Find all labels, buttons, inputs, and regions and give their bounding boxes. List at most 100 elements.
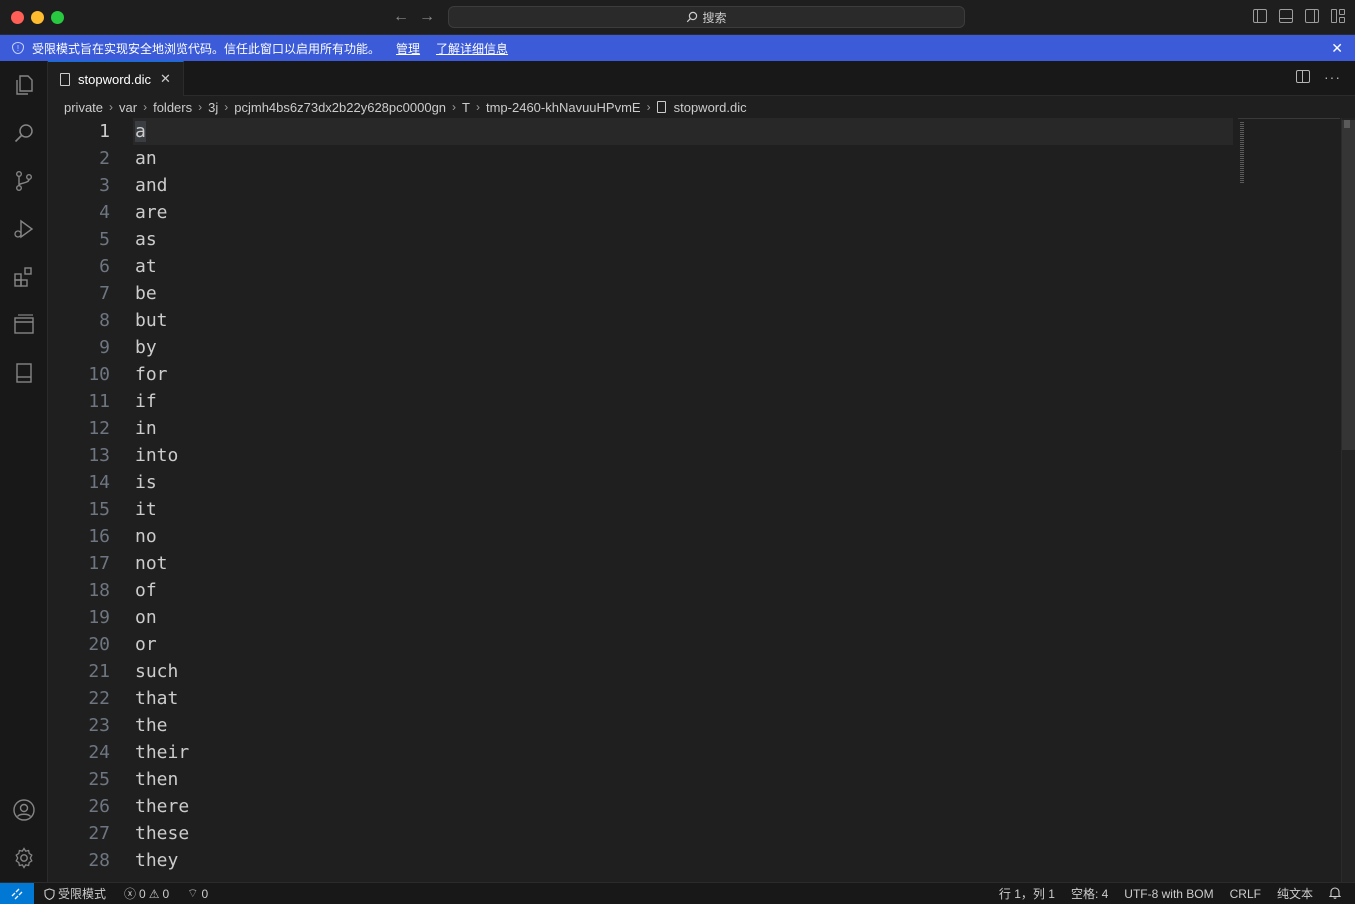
code-line[interactable]: their: [135, 739, 189, 766]
restricted-mode-status[interactable]: 受限模式: [44, 885, 106, 902]
remote-indicator-icon[interactable]: [0, 883, 34, 904]
code-line[interactable]: these: [135, 820, 189, 847]
line-number: 4: [99, 202, 110, 223]
ports-status[interactable]: ⌔ 0: [187, 886, 208, 901]
forward-arrow-icon[interactable]: →: [417, 7, 437, 27]
breadcrumb-item[interactable]: 3j: [208, 100, 218, 115]
code-line-text: it: [135, 499, 157, 520]
minimize-window-button[interactable]: [31, 11, 44, 24]
minimap[interactable]: [1238, 118, 1340, 882]
code-line[interactable]: no: [135, 523, 189, 550]
notebook-icon[interactable]: [12, 361, 36, 385]
breadcrumb-item[interactable]: var: [119, 100, 137, 115]
gear-icon[interactable]: [12, 846, 36, 870]
code-line[interactable]: it: [135, 496, 189, 523]
maximize-window-button[interactable]: [51, 11, 64, 24]
code-line[interactable]: they: [135, 847, 189, 874]
code-line-text: of: [135, 580, 157, 601]
toggle-primary-sidebar-icon[interactable]: [1253, 9, 1267, 23]
remote-explorer-icon[interactable]: [12, 313, 36, 337]
code-line-text: are: [135, 202, 168, 223]
code-line[interactable]: but: [135, 307, 189, 334]
close-window-button[interactable]: [11, 11, 24, 24]
minimap-slider[interactable]: [1238, 118, 1340, 119]
breadcrumb-item[interactable]: folders: [153, 100, 192, 115]
close-icon[interactable]: ✕: [160, 71, 171, 87]
code-line[interactable]: into: [135, 442, 189, 469]
code-line[interactable]: that: [135, 685, 189, 712]
indentation[interactable]: 空格: 4: [1071, 885, 1108, 902]
bell-icon[interactable]: [1328, 886, 1342, 902]
chevron-right-icon: ›: [475, 100, 480, 114]
code-line-text: on: [135, 607, 157, 628]
command-center-search[interactable]: 搜索: [448, 6, 965, 28]
code-line[interactable]: then: [135, 766, 189, 793]
code-line[interactable]: of: [135, 577, 189, 604]
code-line[interactable]: the: [135, 712, 189, 739]
source-control-icon[interactable]: [12, 169, 36, 193]
split-editor-icon[interactable]: [1296, 70, 1310, 83]
explorer-icon[interactable]: [12, 73, 36, 97]
line-number: 15: [88, 499, 110, 520]
scrollbar-thumb[interactable]: [1342, 120, 1355, 450]
code-line[interactable]: are: [135, 199, 189, 226]
more-actions-icon[interactable]: ···: [1324, 70, 1341, 84]
code-line[interactable]: not: [135, 550, 189, 577]
code-line-text: by: [135, 337, 157, 358]
text-editor[interactable]: 1 2 3 4 5 6 7 8 9 10 11 12 13 14 15 16 17 18 19 20 21 22 23 24 2…: [48, 118, 1355, 882]
code-line-text: their: [135, 742, 190, 763]
account-icon[interactable]: [12, 798, 36, 822]
code-line[interactable]: as: [135, 226, 189, 253]
code-line[interactable]: such: [135, 658, 189, 685]
code-line[interactable]: be: [135, 280, 189, 307]
code-line-text: for: [135, 364, 168, 385]
code-area[interactable]: a an and are as at be but by for if in into is it no not…: [135, 118, 189, 874]
line-number: 7: [99, 283, 110, 304]
breadcrumb-item[interactable]: tmp-2460-khNavuuHPvmE: [486, 100, 641, 115]
code-line-text: or: [135, 634, 157, 655]
code-line[interactable]: on: [135, 604, 189, 631]
tab-stopword-dic[interactable]: stopword.dic ✕: [48, 61, 184, 96]
line-number: 5: [99, 229, 110, 250]
cursor-position[interactable]: 行 1，列 1: [999, 885, 1055, 902]
code-line[interactable]: there: [135, 793, 189, 820]
restricted-mode-banner: ! 受限模式旨在实现安全地浏览代码。信任此窗口以启用所有功能。 管理 了解详细信…: [0, 35, 1355, 61]
breadcrumb-item[interactable]: pcjmh4bs6z73dx2b22y628pc0000gn: [234, 100, 446, 115]
search-placeholder: 搜索: [702, 10, 727, 25]
toggle-panel-icon[interactable]: [1279, 9, 1293, 23]
chevron-right-icon: ›: [198, 100, 203, 114]
code-line[interactable]: and: [135, 172, 189, 199]
code-line[interactable]: by: [135, 334, 189, 361]
code-line[interactable]: in: [135, 415, 189, 442]
manage-link[interactable]: 管理: [396, 40, 420, 57]
code-line[interactable]: is: [135, 469, 189, 496]
breadcrumb-item[interactable]: private: [64, 100, 103, 115]
language-mode[interactable]: 纯文本: [1277, 885, 1313, 902]
problems-status[interactable]: ⓧ 0 ⚠ 0: [124, 885, 169, 902]
restricted-mode-label: 受限模式: [58, 887, 107, 901]
code-line[interactable]: if: [135, 388, 189, 415]
back-arrow-icon[interactable]: ←: [391, 7, 411, 27]
code-line[interactable]: a: [135, 118, 189, 145]
line-number: 6: [99, 256, 110, 277]
code-line[interactable]: at: [135, 253, 189, 280]
line-number: 10: [88, 364, 110, 385]
extensions-icon[interactable]: [12, 265, 36, 289]
close-icon[interactable]: ✕: [1331, 40, 1343, 57]
breadcrumb-item[interactable]: stopword.dic: [674, 100, 747, 115]
line-number: 8: [99, 310, 110, 331]
toggle-secondary-sidebar-icon[interactable]: [1305, 9, 1319, 23]
vertical-scrollbar[interactable]: [1341, 118, 1355, 882]
end-of-line[interactable]: CRLF: [1230, 887, 1261, 901]
code-line[interactable]: an: [135, 145, 189, 172]
banner-message: 受限模式旨在实现安全地浏览代码。信任此窗口以启用所有功能。: [32, 41, 381, 56]
encoding[interactable]: UTF-8 with BOM: [1124, 887, 1213, 901]
code-line[interactable]: for: [135, 361, 189, 388]
run-debug-icon[interactable]: [12, 217, 36, 241]
customize-layout-icon[interactable]: [1331, 9, 1345, 23]
search-icon[interactable]: [12, 121, 36, 145]
chevron-right-icon: ›: [452, 100, 457, 114]
learn-more-link[interactable]: 了解详细信息: [436, 40, 508, 57]
breadcrumb-item[interactable]: T: [462, 100, 470, 115]
code-line[interactable]: or: [135, 631, 189, 658]
